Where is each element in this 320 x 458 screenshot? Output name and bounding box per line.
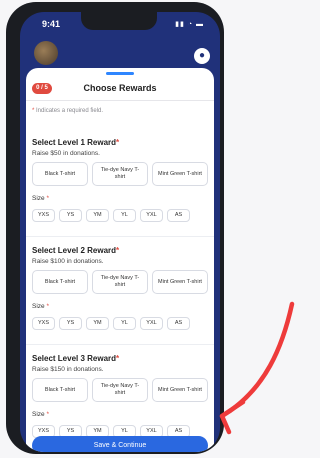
reward-subtitle: Raise $150 in donations. bbox=[32, 366, 104, 373]
reward-option[interactable]: Black T-shirt bbox=[32, 162, 88, 186]
size-option[interactable]: YXL bbox=[140, 317, 163, 330]
reward-option[interactable]: Black T-shirt bbox=[32, 270, 88, 294]
sheet-title: Choose Rewards bbox=[83, 83, 157, 93]
size-label: Size * bbox=[32, 195, 49, 202]
reward-option[interactable]: Tie-dye Navy T-shirt bbox=[92, 162, 148, 186]
size-option[interactable]: YXS bbox=[32, 317, 55, 330]
status-bar: 9:41 ▮▮ ◔ ▬ bbox=[20, 12, 220, 34]
status-time: 9:41 bbox=[42, 19, 61, 29]
reward-section: Select Level 1 Reward* Raise $50 in donat… bbox=[26, 138, 214, 230]
size-option[interactable]: YS bbox=[59, 317, 82, 330]
reward-option[interactable]: Tie-dye Navy T-shirt bbox=[92, 270, 148, 294]
reward-title: Select Level 3 Reward* bbox=[32, 354, 120, 363]
reward-section: Select Level 2 Reward* Raise $100 in dona… bbox=[26, 246, 214, 338]
size-option[interactable]: YXL bbox=[140, 209, 163, 222]
section-divider bbox=[26, 344, 214, 345]
user-circle-icon[interactable]: ● bbox=[194, 48, 210, 64]
size-option[interactable]: YXS bbox=[32, 209, 55, 222]
size-option[interactable]: YM bbox=[86, 209, 109, 222]
reward-title: Select Level 2 Reward* bbox=[32, 246, 120, 255]
size-option[interactable]: AS bbox=[167, 317, 190, 330]
reward-option[interactable]: Mint Green T-shirt bbox=[152, 378, 208, 402]
size-option[interactable]: YL bbox=[113, 317, 136, 330]
reward-section: Select Level 3 Reward* Raise $150 in dona… bbox=[26, 354, 214, 446]
sheet-grabber[interactable] bbox=[106, 72, 134, 75]
phone-frame: 9:41 ▮▮ ◔ ▬ ● Choose Rewards 0 / 5 * Ind… bbox=[6, 2, 224, 454]
reward-option[interactable]: Mint Green T-shirt bbox=[152, 270, 208, 294]
reward-title: Select Level 1 Reward* bbox=[32, 138, 120, 147]
screen: 9:41 ▮▮ ◔ ▬ ● Choose Rewards 0 / 5 * Ind… bbox=[20, 12, 220, 452]
rewards-sheet: Choose Rewards 0 / 5 * Indicates a requi… bbox=[26, 68, 214, 452]
save-continue-button[interactable]: Save & Continue bbox=[32, 436, 208, 452]
notch bbox=[81, 12, 157, 30]
divider bbox=[26, 100, 214, 101]
system-icons: ▮▮ ◔ ▬ bbox=[175, 21, 204, 28]
reward-option[interactable]: Tie-dye Navy T-shirt bbox=[92, 378, 148, 402]
reward-option[interactable]: Black T-shirt bbox=[32, 378, 88, 402]
step-badge: 0 / 5 bbox=[32, 83, 52, 94]
required-note: * Indicates a required field. bbox=[32, 108, 104, 114]
size-label: Size * bbox=[32, 303, 49, 310]
size-label: Size * bbox=[32, 411, 49, 418]
reward-subtitle: Raise $50 in donations. bbox=[32, 150, 100, 157]
reward-option[interactable]: Mint Green T-shirt bbox=[152, 162, 208, 186]
reward-subtitle: Raise $100 in donations. bbox=[32, 258, 104, 265]
size-option[interactable]: YL bbox=[113, 209, 136, 222]
avatar[interactable] bbox=[34, 41, 58, 65]
size-option[interactable]: YM bbox=[86, 317, 109, 330]
size-option[interactable]: AS bbox=[167, 209, 190, 222]
size-option[interactable]: YS bbox=[59, 209, 82, 222]
section-divider bbox=[26, 236, 214, 237]
